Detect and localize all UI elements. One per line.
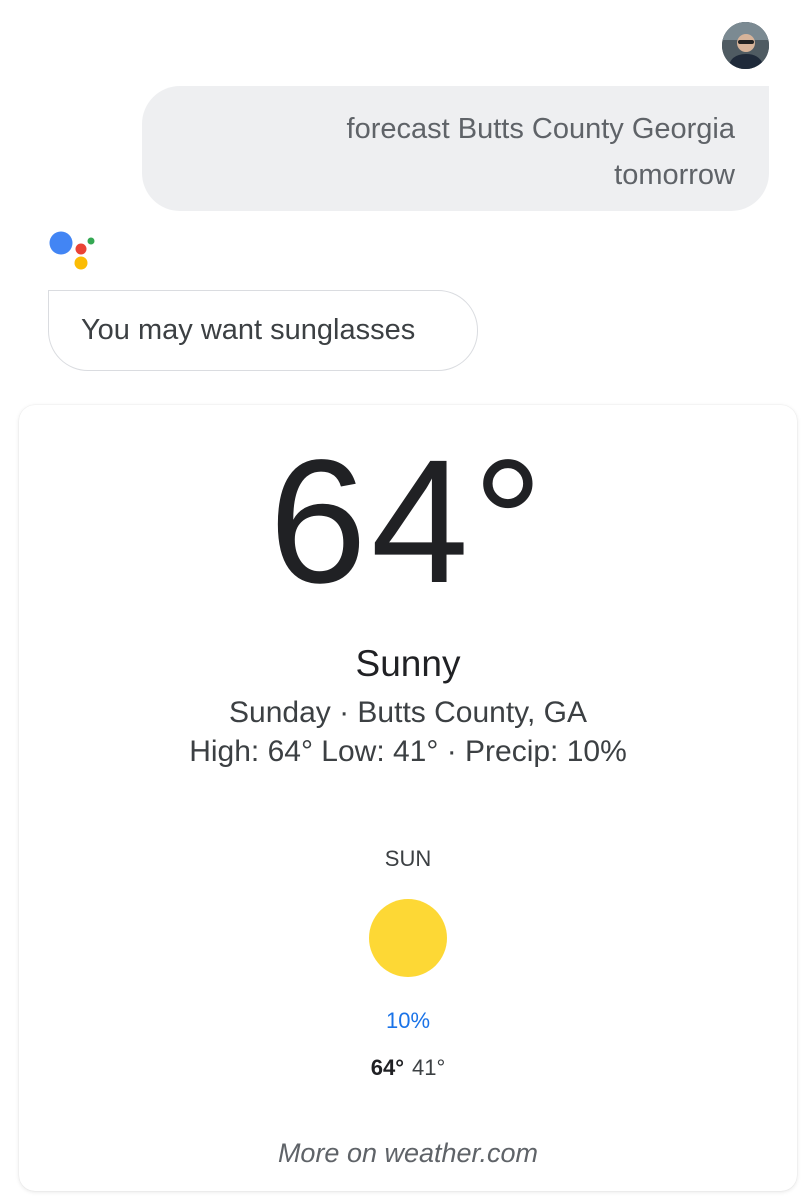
day-location: Sunday · Butts County, GA <box>229 696 587 729</box>
weather-source-link[interactable]: More on weather.com <box>19 1138 797 1169</box>
avatar-photo-icon <box>722 22 769 69</box>
user-avatar[interactable] <box>722 22 769 69</box>
forecast-low: 41° <box>412 1055 446 1080</box>
weather-condition: Sunny <box>355 643 461 684</box>
assistant-reply-bubble: You may want sunglasses <box>48 290 478 371</box>
weather-card[interactable]: 64° Sunny Sunday · Butts County, GA High… <box>19 405 797 1191</box>
current-temperature: 64° <box>268 424 548 620</box>
assistant-reply-text: You may want sunglasses <box>81 314 416 346</box>
forecast-high: 64° <box>370 1055 404 1080</box>
user-query-line2: tomorrow <box>614 159 735 191</box>
user-query-bubble: forecast Butts County Georgia tomorrow <box>142 86 769 211</box>
forecast-day-label: SUN <box>384 846 432 871</box>
forecast-precip: 10% <box>385 1008 431 1033</box>
user-query-line1: forecast Butts County Georgia <box>346 113 735 145</box>
high-low-precip: High: 64° Low: 41° · Precip: 10% <box>189 735 627 768</box>
assistant-conversation: forecast Butts County Georgia tomorrow Y… <box>0 0 804 1200</box>
google-assistant-logo-icon <box>48 228 98 274</box>
sun-icon <box>368 898 448 978</box>
forecast-high-low: 64° 41° <box>19 1055 797 1081</box>
